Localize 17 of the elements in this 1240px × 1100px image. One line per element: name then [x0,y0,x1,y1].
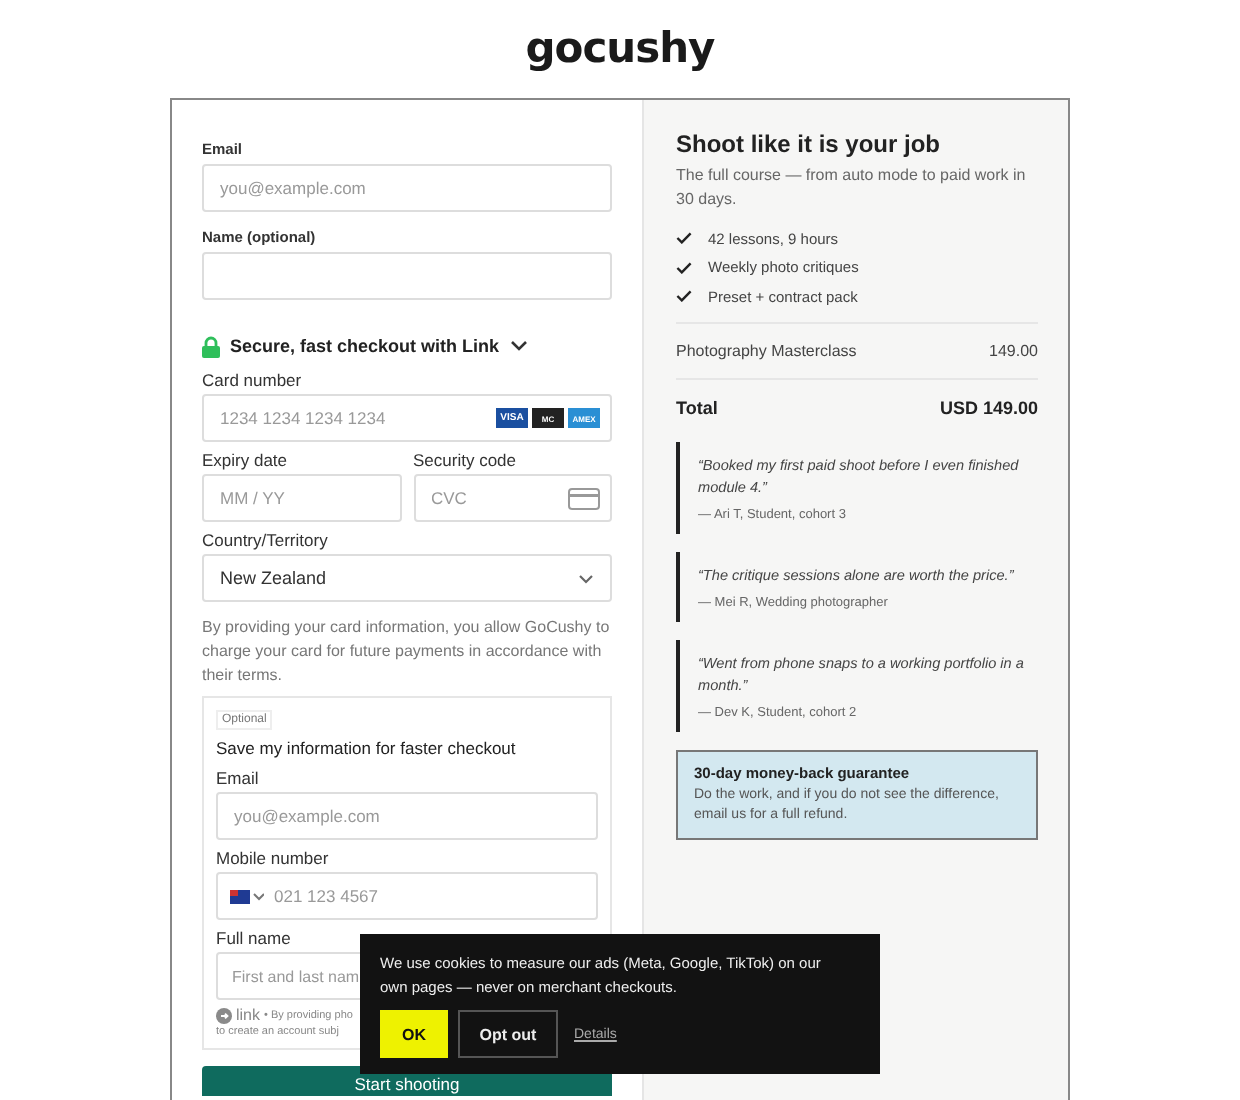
field-label: Full name [216,928,291,948]
link-brand: link [236,1008,261,1024]
summary-subtitle: The full course — from auto mode to paid work in 30 days. [676,164,1028,212]
field-label: Security code [413,450,516,470]
total-label: Total [676,397,718,417]
terms-text: By providing your card information, you allow GoCushy to charge your card for future payments in accordance with their terms. [202,616,612,688]
line-item-name: Photography Masterclass [676,341,857,359]
field-label: Mobile number [216,848,329,868]
logo: gocushy [523,22,717,76]
field-label: Email [216,768,259,788]
field-label: Card number [202,370,302,390]
field-label: Country/Territory [202,530,328,550]
save-info-title: Save my information for faster checkout [216,736,518,760]
summary-title: Shoot like it is your job [676,130,943,158]
field-label: Expiry date [202,450,288,470]
total-amount: USD 149.00 [939,397,1038,417]
line-item-price: 149.00 [989,341,1038,359]
